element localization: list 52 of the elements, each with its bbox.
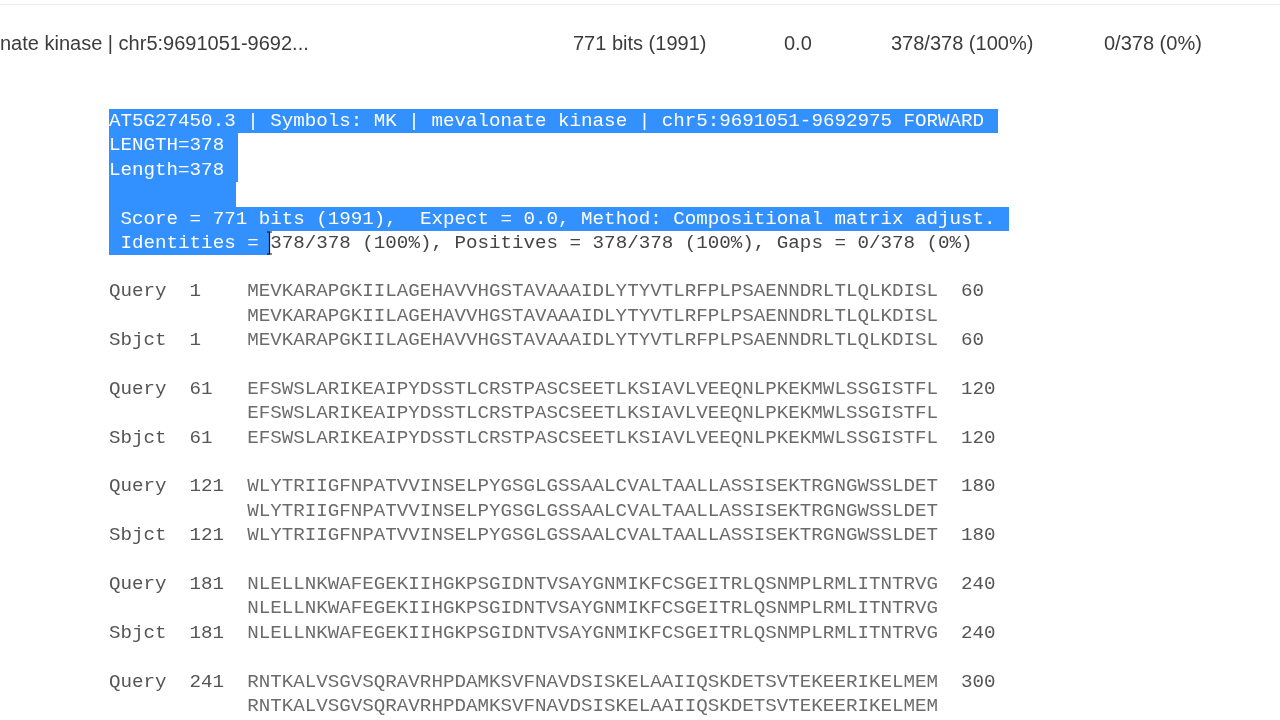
row-label: Query bbox=[109, 279, 168, 304]
position-number: 1 bbox=[189, 279, 203, 304]
sequence-text: RNTKALVSGVSQRAVRHPDAMKSVFNAVDSISKELAAIIQSKDETSVTEKEERIKELMEM bbox=[247, 694, 940, 719]
sequence-text: MEVKARAPGKIILAGEHAVVHGSTAVAAAIDLYTYVTLRFPLPSAENNDRLTLQLKDISL bbox=[247, 279, 940, 304]
position-number: 61 bbox=[189, 376, 214, 402]
header-text: Length=378 bbox=[109, 157, 238, 183]
header-text: AT5G27450.3 | Symbols: MK | mevalonate kinase | chr5:9691051-9692975 FORWARD bbox=[109, 109, 998, 134]
hit-description: nate kinase | chr5:9691051-9692... bbox=[0, 31, 310, 55]
sequence-text: WLYTRIIGFNPATVVINSELPYGSGLGSSAALCVALTAALLASSISEKTRGNGWSSLDET bbox=[247, 523, 940, 548]
position-number: 61 bbox=[189, 425, 214, 451]
position-number: 241 bbox=[189, 669, 226, 694]
row-label: Query bbox=[109, 669, 168, 694]
position-number: 181 bbox=[189, 620, 226, 646]
row-label: Sbjct bbox=[109, 425, 168, 451]
position-number: 120 bbox=[961, 425, 997, 451]
position-number: 120 bbox=[961, 376, 997, 402]
sequence-text: MEVKARAPGKIILAGEHAVVHGSTAVAAAIDLYTYVTLRFPLPSAENNDRLTLQLKDISL bbox=[247, 328, 940, 353]
position-number: 181 bbox=[189, 572, 226, 597]
position-number: 240 bbox=[961, 620, 997, 646]
header-text: Identities = bbox=[109, 230, 271, 256]
position-number: 121 bbox=[189, 523, 226, 548]
sequence-text: RNTKALVSGVSQRAVRHPDAMKSVFNAVDSISKELAAIIQSKDETSVTEKEERIKELMEM bbox=[247, 669, 940, 694]
row-label: Sbjct bbox=[109, 328, 168, 353]
position-number: 1 bbox=[189, 328, 203, 353]
sequence-text: WLYTRIIGFNPATVVINSELPYGSGLGSSAALCVALTAALLASSISEKTRGNGWSSLDET bbox=[247, 498, 940, 524]
position-number: 180 bbox=[961, 523, 997, 548]
position-number: 300 bbox=[961, 669, 997, 694]
sequence-text: NLELLNKWAFEGEKIIHGKPSGIDNTVSAYGNMIKFCSGEITRLQSNMPLRMLITNTRVG bbox=[247, 596, 940, 621]
row-label: Sbjct bbox=[109, 523, 168, 548]
row-label: Query bbox=[109, 474, 168, 499]
header-text: LENGTH=378 bbox=[109, 133, 238, 158]
sequence-text: EFSWSLARIKEAIPYDSSTLCRSTPASCSEETLKSIAVLVEEQNLPKEKMWLSSGISTFL bbox=[247, 401, 940, 426]
sequence-text: EFSWSLARIKEAIPYDSSTLCRSTPASCSEETLKSIAVLVEEQNLPKEKMWLSSGISTFL bbox=[247, 425, 940, 451]
position-number: 121 bbox=[189, 474, 226, 499]
expect-cell-text: 0.0 bbox=[784, 31, 813, 55]
sequence-text: NLELLNKWAFEGEKIIHGKPSGIDNTVSAYGNMIKFCSGEITRLQSNMPLRMLITNTRVG bbox=[247, 620, 940, 646]
header-text: 378/378 (100%), Positives = 378/378 (100%), Gaps = 0/378 (0%) bbox=[270, 230, 973, 256]
header-text: Score = 771 bits (1991), Expect = 0.0, Method: Compositional matrix adjust. bbox=[109, 206, 1010, 231]
row-label: Query bbox=[109, 376, 168, 402]
position-number: 240 bbox=[961, 572, 997, 597]
row-label: Query bbox=[109, 572, 168, 597]
score-cell-text: 771 bits (1991) bbox=[573, 31, 708, 55]
sequence-text: MEVKARAPGKIILAGEHAVVHGSTAVAAAIDLYTYVTLRFPLPSAENNDRLTLQLKDISL bbox=[247, 303, 940, 329]
position-number: 60 bbox=[961, 328, 986, 353]
sequence-text: EFSWSLARIKEAIPYDSSTLCRSTPASCSEETLKSIAVLVEEQNLPKEKMWLSSGISTFL bbox=[247, 376, 940, 402]
sequence-text: WLYTRIIGFNPATVVINSELPYGSGLGSSAALCVALTAALLASSISEKTRGNGWSSLDET bbox=[247, 474, 940, 499]
gaps-cell: 0/378 (0%) bbox=[1104, 31, 1202, 55]
sequence-text: NLELLNKWAFEGEKIIHGKPSGIDNTVSAYGNMIKFCSGEITRLQSNMPLRMLITNTRVG bbox=[247, 572, 940, 597]
row-label: Sbjct bbox=[109, 620, 168, 646]
position-number: 180 bbox=[961, 474, 997, 499]
identities-cell-text: 378/378 (100%) bbox=[891, 31, 1035, 55]
position-number: 60 bbox=[961, 279, 986, 304]
